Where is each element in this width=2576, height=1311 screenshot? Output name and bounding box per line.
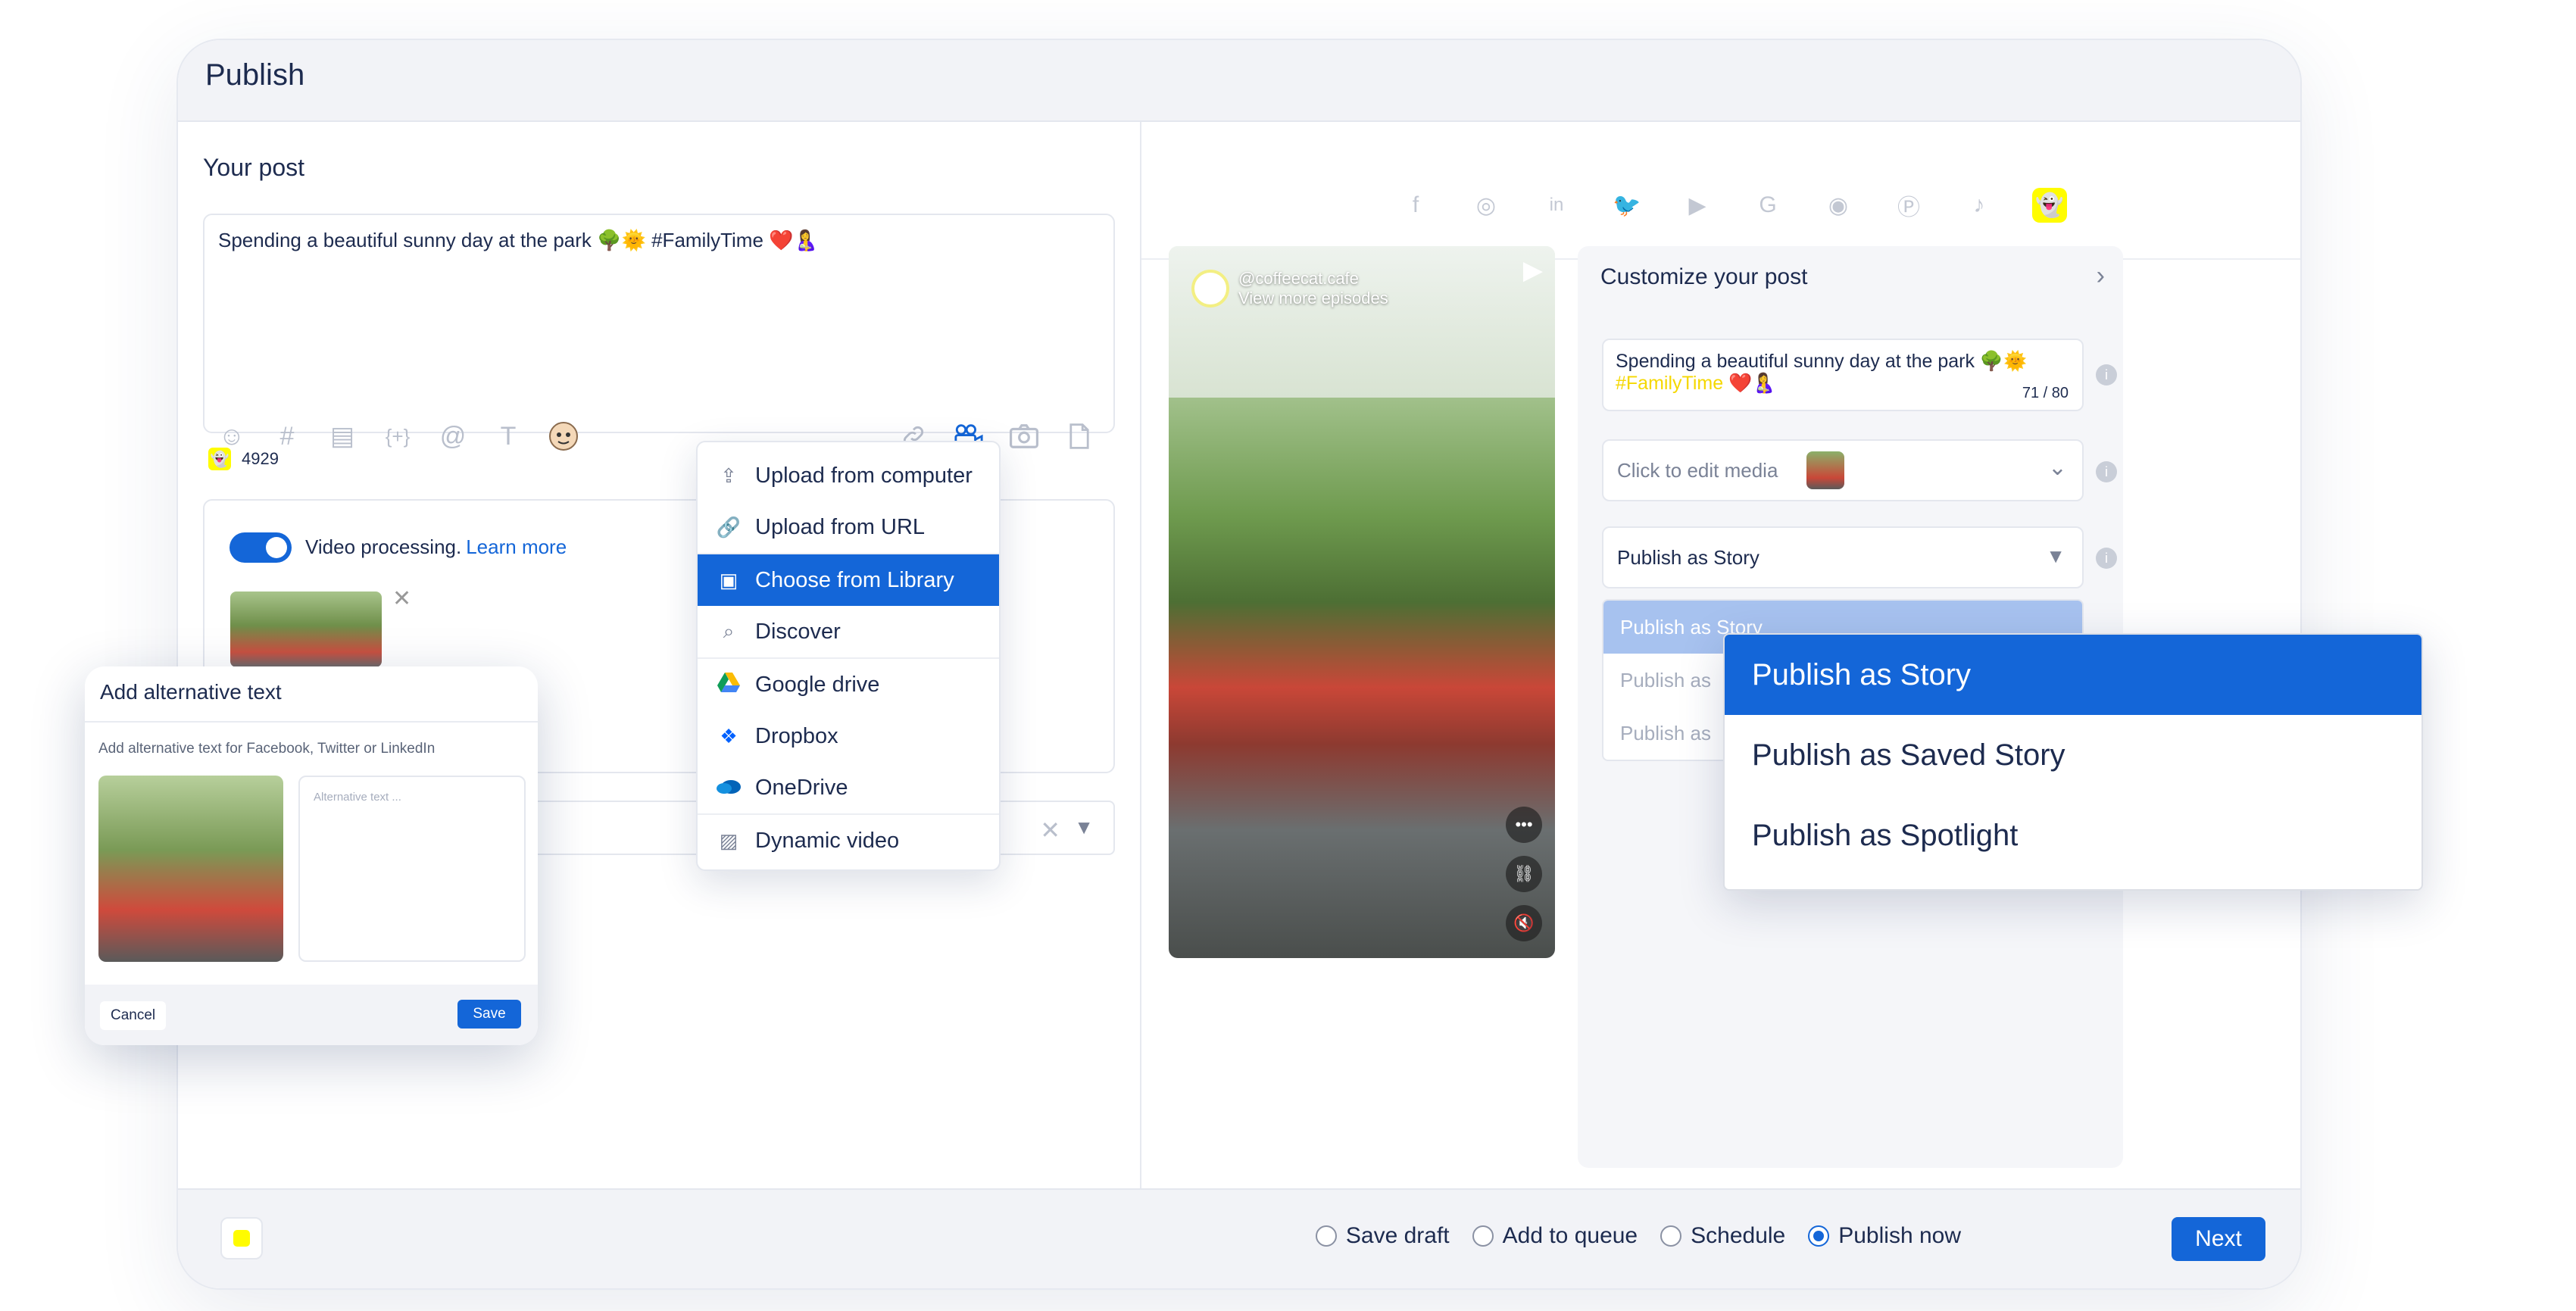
- learn-more-link[interactable]: Learn more: [466, 535, 567, 558]
- snapchat-caption-field[interactable]: Spending a beautiful sunny day at the pa…: [1602, 339, 2084, 411]
- instagram-icon[interactable]: ◎: [1469, 188, 1503, 223]
- alt-text-input[interactable]: Alternative text ...: [298, 776, 526, 962]
- customize-title: Customize your post: [1600, 264, 1808, 289]
- option-publish-as-spotlight[interactable]: Publish as Spotlight: [1725, 795, 2421, 876]
- menu-onedrive[interactable]: OneDrive: [698, 762, 999, 813]
- caret-down-icon[interactable]: ▼: [2046, 545, 2065, 568]
- alt-text-title: Add alternative text: [85, 666, 538, 723]
- youtube-icon[interactable]: ▶: [1680, 188, 1715, 223]
- story-preview[interactable]: @coffeecat.cafe View more episodes ▶ •••…: [1169, 246, 1555, 958]
- text-format-icon[interactable]: T: [492, 420, 525, 453]
- menu-discover[interactable]: ⌕ Discover: [698, 606, 999, 657]
- media-thumbnail: [1806, 451, 1844, 489]
- publish-type-select[interactable]: Publish as Story ▼: [1602, 526, 2084, 588]
- radio-schedule[interactable]: Schedule: [1660, 1223, 1785, 1249]
- video-processing-label: Video processing. Learn more: [305, 535, 567, 558]
- avatar-sticker-icon[interactable]: [547, 420, 580, 453]
- app-header: Publish: [178, 40, 2300, 122]
- info-icon[interactable]: i: [2096, 461, 2117, 482]
- more-options-icon[interactable]: •••: [1506, 807, 1542, 843]
- clear-icon[interactable]: ✕: [1040, 816, 1060, 844]
- variable-icon[interactable]: {+}: [381, 420, 414, 453]
- post-text[interactable]: Spending a beautiful sunny day at the pa…: [218, 229, 818, 252]
- option-publish-as-story[interactable]: Publish as Story: [1725, 635, 2421, 715]
- caption-text: Spending a beautiful sunny day at the pa…: [1616, 351, 2028, 394]
- preview-subtext: View more episodes: [1238, 289, 1388, 307]
- alt-text-footer: Cancel Save: [85, 985, 538, 1045]
- search-icon: ⌕: [723, 620, 735, 642]
- upload-menu: ⇪ Upload from computer 🔗 Upload from URL ▣…: [696, 441, 1001, 871]
- save-button[interactable]: Save: [457, 1000, 521, 1029]
- remove-media-icon[interactable]: ✕: [392, 585, 411, 612]
- snapchat-char-counter: 👻 4929: [208, 448, 279, 470]
- linkedin-icon[interactable]: in: [1539, 188, 1574, 223]
- snapchat-icon: 👻: [208, 448, 231, 470]
- edit-media-field[interactable]: Click to edit media ⌄: [1602, 439, 2084, 501]
- radio-save-draft[interactable]: Save draft: [1315, 1223, 1450, 1249]
- dynamic-video-icon: ▨: [719, 829, 738, 852]
- your-post-title: Your post: [203, 154, 305, 181]
- link-icon: 🔗: [716, 515, 742, 538]
- edit-media-label: Click to edit media: [1617, 459, 1778, 482]
- dropbox-icon: ❖: [720, 724, 738, 748]
- google-drive-icon: [716, 672, 742, 698]
- cancel-button[interactable]: Cancel: [100, 1001, 167, 1030]
- facebook-icon[interactable]: f: [1398, 188, 1433, 223]
- snapchat-icon[interactable]: 👻: [2032, 188, 2067, 223]
- account-avatar-icon[interactable]: [220, 1217, 263, 1259]
- mention-icon[interactable]: @: [436, 420, 470, 453]
- menu-upload-from-url[interactable]: 🔗 Upload from URL: [698, 501, 999, 553]
- caret-down-icon[interactable]: ▼: [1074, 816, 1094, 839]
- upload-icon: ⇪: [720, 464, 737, 487]
- preview-handle-name: @coffeecat.cafe: [1238, 269, 1359, 288]
- tiktok-icon[interactable]: ♪: [1962, 188, 1997, 223]
- char-count-value: 4929: [242, 449, 279, 468]
- menu-google-drive[interactable]: Google drive: [698, 659, 999, 710]
- menu-choose-from-library[interactable]: ▣ Choose from Library: [698, 554, 999, 606]
- chevron-right-icon[interactable]: ›: [2097, 261, 2105, 291]
- menu-upload-from-computer[interactable]: ⇪ Upload from computer: [698, 450, 999, 501]
- radio-add-to-queue[interactable]: Add to queue: [1472, 1223, 1638, 1249]
- alt-media-thumbnail: [98, 776, 283, 962]
- footer-bar: Save draft Add to queue Schedule Publish…: [178, 1188, 2300, 1288]
- next-button[interactable]: Next: [2172, 1217, 2265, 1261]
- caption-char-count: 71 / 80: [2022, 385, 2069, 401]
- mute-icon[interactable]: 🔇: [1506, 905, 1542, 941]
- info-icon[interactable]: i: [2096, 364, 2117, 385]
- radio-publish-now[interactable]: Publish now: [1808, 1223, 1961, 1249]
- pinterest-icon[interactable]: Ⓟ: [1891, 188, 1926, 223]
- preview-handle: @coffeecat.cafe View more episodes: [1191, 269, 1388, 308]
- publish-options: Save draft Add to queue Schedule Publish…: [1315, 1223, 1961, 1249]
- menu-dynamic-video[interactable]: ▨ Dynamic video: [698, 815, 999, 866]
- link-icon[interactable]: ⛓: [1506, 856, 1542, 892]
- alt-text-subtitle: Add alternative text for Facebook, Twitt…: [98, 741, 436, 757]
- avatar: [1191, 270, 1229, 307]
- play-icon[interactable]: ▶: [1523, 255, 1543, 286]
- reddit-icon[interactable]: ◉: [1821, 188, 1856, 223]
- column-divider: [1140, 122, 1141, 1191]
- option-publish-as-saved-story[interactable]: Publish as Saved Story: [1725, 715, 2421, 795]
- post-editor[interactable]: Spending a beautiful sunny day at the pa…: [203, 214, 1115, 451]
- camera-icon[interactable]: [1007, 420, 1041, 453]
- video-processing-toggle[interactable]: [229, 532, 292, 563]
- info-icon[interactable]: i: [2096, 548, 2117, 569]
- layout-icon[interactable]: ▤: [326, 420, 359, 453]
- image-library-icon: ▣: [719, 568, 738, 592]
- onedrive-icon: [716, 776, 742, 800]
- page-title: Publish: [205, 58, 305, 92]
- alt-text-dialog: Add alternative text Add alternative tex…: [85, 666, 538, 1045]
- publish-type-value: Publish as Story: [1617, 546, 1759, 569]
- publish-type-dropdown: Publish as Story Publish as Saved Story …: [1723, 633, 2423, 891]
- menu-dropbox[interactable]: ❖ Dropbox: [698, 710, 999, 762]
- media-thumbnail[interactable]: [230, 592, 382, 667]
- google-icon[interactable]: G: [1750, 188, 1785, 223]
- chevron-down-icon[interactable]: ⌄: [2048, 454, 2067, 481]
- twitter-icon[interactable]: 🐦: [1610, 188, 1644, 223]
- document-icon[interactable]: [1063, 420, 1096, 453]
